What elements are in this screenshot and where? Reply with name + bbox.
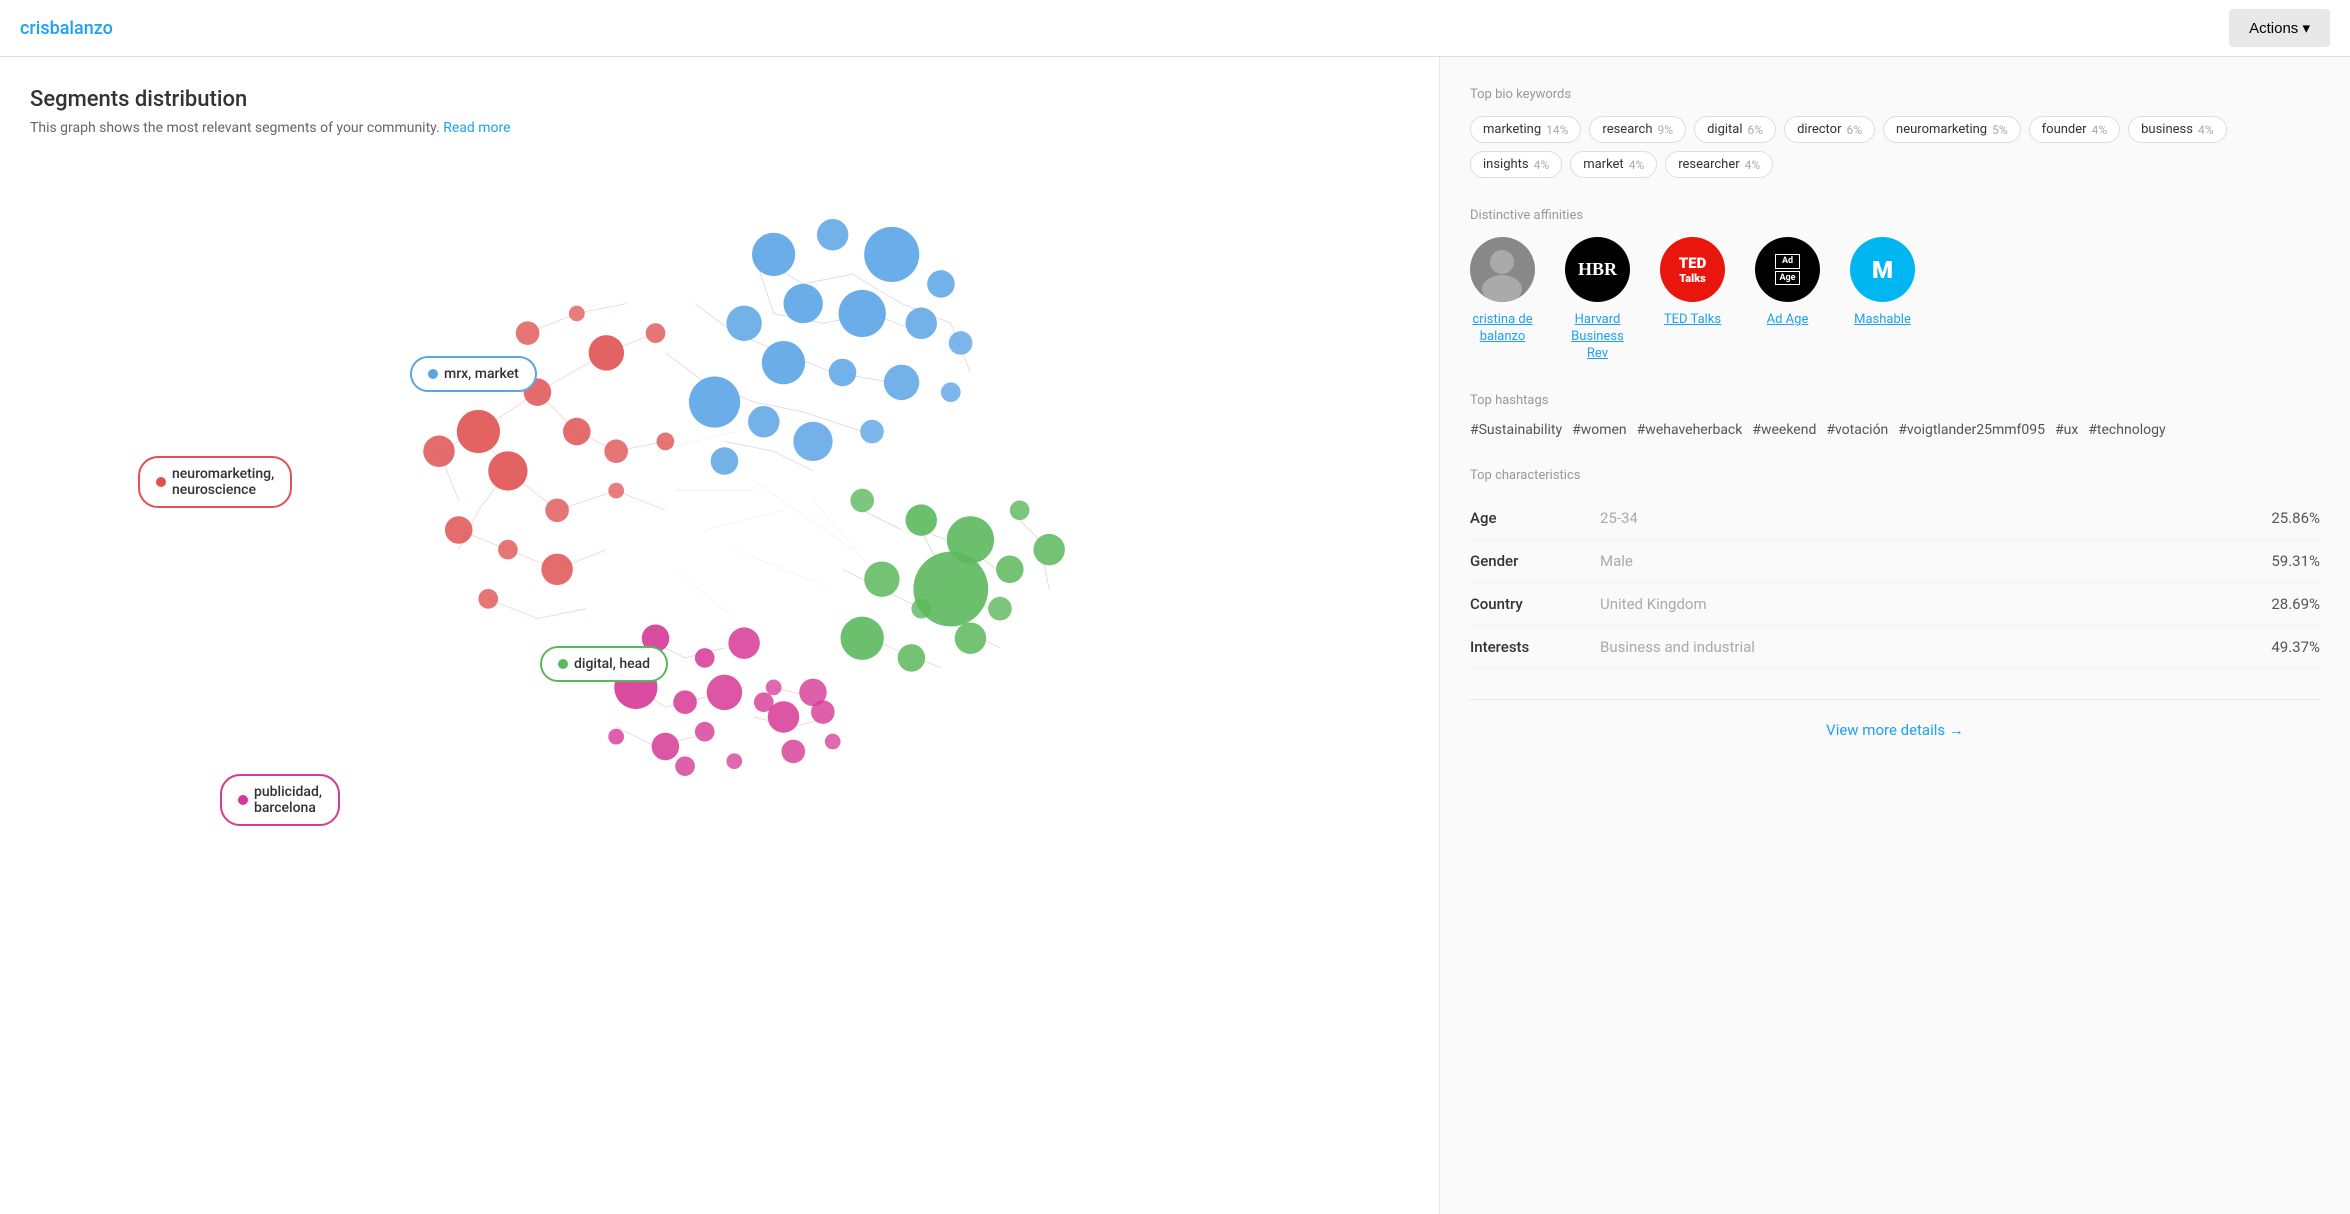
right-panel: Top bio keywords marketing 14% research 9% d…: [1440, 57, 2350, 1214]
char-label: Age: [1470, 509, 1600, 527]
keyword-pct: 6%: [1847, 123, 1863, 137]
characteristics-section: Top characteristics Age 25-34 25.86% Gen…: [1470, 468, 2320, 669]
keyword-pct: 4%: [1629, 158, 1645, 172]
network-svg: [30, 156, 1409, 776]
hashtag-item: #technology: [2088, 422, 2165, 438]
characteristic-row: Age 25-34 25.86%: [1470, 497, 2320, 540]
affinity-name[interactable]: TED Talks: [1664, 312, 1721, 329]
affinity-avatar: M: [1850, 237, 1915, 302]
hashtag-item: #ux: [2055, 422, 2078, 438]
network-graph: mrx, market neuromarketing,neuroscience …: [30, 156, 1409, 776]
char-label: Country: [1470, 595, 1600, 613]
actions-button[interactable]: Actions ▾: [2229, 9, 2330, 47]
characteristics-container: Age 25-34 25.86% Gender Male 59.31% Coun…: [1470, 497, 2320, 669]
characteristic-row: Interests Business and industrial 49.37%: [1470, 626, 2320, 669]
affinities-wrap: cristina debalanzo HBR HarvardBusinessRev T…: [1470, 237, 2320, 363]
affinity-item-mashable[interactable]: M Mashable: [1850, 237, 1915, 363]
keyword-tag: research 9%: [1589, 116, 1686, 143]
segments-title: Segments distribution: [30, 87, 1409, 112]
char-value: 25-34: [1600, 509, 2271, 527]
hashtags-wrap: #Sustainability #women #wehaveherback #week…: [1470, 422, 2320, 438]
hashtag-item: #wehaveherback: [1637, 422, 1743, 438]
affinity-avatar: TEDTalks: [1660, 237, 1725, 302]
affinities-section: Distinctive affinities cristina debalanz…: [1470, 208, 2320, 363]
bio-keywords-section: Top bio keywords marketing 14% research 9% d…: [1470, 87, 2320, 178]
view-more-link[interactable]: View more details →: [1826, 721, 1964, 739]
affinity-name[interactable]: cristina debalanzo: [1472, 312, 1532, 346]
keyword-tag: digital 6%: [1694, 116, 1776, 143]
keyword-tag: insights 4%: [1470, 151, 1562, 178]
read-more-link[interactable]: Read more: [443, 120, 510, 136]
keyword-label: researcher: [1678, 157, 1739, 172]
keyword-label: founder: [2042, 122, 2087, 137]
affinity-avatar: HBR: [1565, 237, 1630, 302]
view-more-wrap: View more details →: [1470, 699, 2320, 759]
affinity-name[interactable]: Ad Age: [1767, 312, 1809, 329]
keyword-tag: business 4%: [2128, 116, 2226, 143]
keyword-tag: founder 4%: [2029, 116, 2120, 143]
keyword-tag: director 6%: [1784, 116, 1875, 143]
keyword-label: digital: [1707, 122, 1742, 137]
keyword-label: insights: [1483, 157, 1529, 172]
char-pct: 59.31%: [2271, 552, 2320, 570]
main-layout: Segments distribution This graph shows t…: [0, 57, 2350, 1214]
affinity-avatar: [1470, 237, 1535, 302]
char-value: Business and industrial: [1600, 638, 2271, 656]
keyword-pct: 5%: [1992, 123, 2008, 137]
affinity-item-cristina[interactable]: cristina debalanzo: [1470, 237, 1535, 363]
characteristic-row: Gender Male 59.31%: [1470, 540, 2320, 583]
keyword-pct: 4%: [1534, 158, 1550, 172]
hashtag-item: #voigtlander25mmf095: [1898, 422, 2045, 438]
keyword-label: marketing: [1483, 122, 1541, 137]
affinity-item-adage[interactable]: AdAge Ad Age: [1755, 237, 1820, 363]
keyword-pct: 14%: [1546, 123, 1568, 137]
keyword-pct: 4%: [2198, 123, 2214, 137]
cluster-label-publicidad: publicidad,barcelona: [220, 774, 340, 826]
char-pct: 28.69%: [2271, 595, 2320, 613]
keyword-pct: 6%: [1748, 123, 1764, 137]
characteristic-row: Country United Kingdom 28.69%: [1470, 583, 2320, 626]
keyword-tag: neuromarketing 5%: [1883, 116, 2021, 143]
segments-desc-text: This graph shows the most relevant segme…: [30, 120, 440, 136]
hashtag-item: #weekend: [1752, 422, 1816, 438]
keyword-pct: 4%: [2092, 123, 2108, 137]
hashtag-item: #votación: [1826, 422, 1888, 438]
char-value: United Kingdom: [1600, 595, 2271, 613]
keyword-label: market: [1583, 157, 1624, 172]
keyword-pct: 4%: [1745, 158, 1761, 172]
affinity-avatar: AdAge: [1755, 237, 1820, 302]
keyword-tag: market 4%: [1570, 151, 1657, 178]
keyword-label: neuromarketing: [1896, 122, 1987, 137]
characteristics-title: Top characteristics: [1470, 468, 2320, 483]
affinity-item-hbr[interactable]: HBR HarvardBusinessRev: [1565, 237, 1630, 363]
keyword-pct: 9%: [1658, 123, 1674, 137]
segments-desc: This graph shows the most relevant segme…: [30, 120, 1409, 136]
keyword-label: director: [1797, 122, 1841, 137]
hashtag-item: #Sustainability: [1470, 422, 1562, 438]
keywords-wrap: marketing 14% research 9% digital 6% director 6…: [1470, 116, 2320, 178]
keyword-tag: marketing 14%: [1470, 116, 1581, 143]
hashtags-title: Top hashtags: [1470, 393, 2320, 408]
bio-keywords-title: Top bio keywords: [1470, 87, 2320, 102]
affinity-name[interactable]: Mashable: [1854, 312, 1911, 329]
char-value: Male: [1600, 552, 2271, 570]
left-panel: Segments distribution This graph shows t…: [0, 57, 1440, 1214]
keyword-label: research: [1602, 122, 1652, 137]
keyword-label: business: [2141, 122, 2193, 137]
affinities-title: Distinctive affinities: [1470, 208, 2320, 223]
char-pct: 49.37%: [2271, 638, 2320, 656]
hashtag-item: #women: [1572, 422, 1627, 438]
affinity-item-ted[interactable]: TEDTalks TED Talks: [1660, 237, 1725, 363]
hashtags-section: Top hashtags #Sustainability #women #wehav…: [1470, 393, 2320, 438]
char-label: Interests: [1470, 638, 1600, 656]
username-link[interactable]: crisbalanzo: [20, 18, 113, 39]
affinity-name[interactable]: HarvardBusinessRev: [1571, 312, 1624, 363]
keyword-tag: researcher 4%: [1665, 151, 1773, 178]
top-bar: crisbalanzo Actions ▾: [0, 0, 2350, 57]
char-pct: 25.86%: [2271, 509, 2320, 527]
char-label: Gender: [1470, 552, 1600, 570]
